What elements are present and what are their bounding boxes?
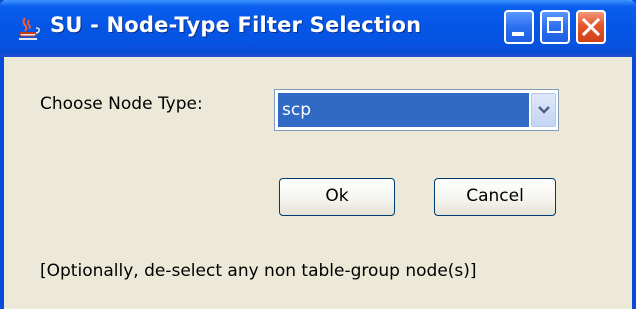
java-cup-icon xyxy=(14,14,42,42)
close-button[interactable] xyxy=(576,10,606,44)
ok-button[interactable]: Ok xyxy=(279,178,395,216)
dialog-window: SU - Node-Type Filter Selection Choose N… xyxy=(0,0,636,309)
chevron-down-icon xyxy=(538,106,550,114)
minimize-icon xyxy=(512,32,524,36)
maximize-icon xyxy=(547,17,563,33)
node-type-select[interactable]: scp xyxy=(274,89,559,131)
dropdown-arrow-button[interactable] xyxy=(531,93,556,127)
node-type-selected-value: scp xyxy=(278,93,529,127)
deselect-note: [Optionally, de-select any non table-gro… xyxy=(40,261,477,281)
minimize-button[interactable] xyxy=(504,10,534,44)
close-icon xyxy=(581,17,601,37)
cancel-button[interactable]: Cancel xyxy=(434,178,556,216)
choose-node-type-label: Choose Node Type: xyxy=(40,94,203,114)
window-title: SU - Node-Type Filter Selection xyxy=(50,13,422,37)
maximize-button[interactable] xyxy=(540,10,570,44)
title-bar[interactable]: SU - Node-Type Filter Selection xyxy=(0,0,636,57)
